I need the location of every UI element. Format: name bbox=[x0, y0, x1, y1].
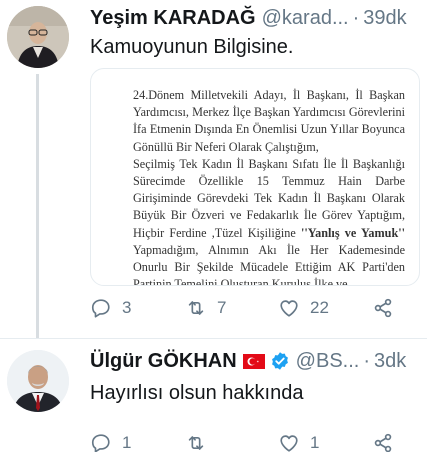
tweet-header: Yeşim KARADAĞ @karad... · 39dk bbox=[90, 4, 421, 32]
reply-button[interactable]: 1 bbox=[90, 432, 131, 452]
tweet-actions: 1 1 bbox=[90, 431, 419, 452]
reply-icon bbox=[91, 434, 110, 452]
turkey-flag-icon bbox=[242, 353, 265, 369]
tweet-header: Ülgür GÖKHAN @BS... · 3dk bbox=[90, 347, 421, 375]
thread-line bbox=[36, 74, 39, 338]
retweet-icon bbox=[188, 436, 204, 450]
quoted-phrase: ''Yanlış ve Yamuk'' bbox=[300, 225, 405, 240]
document-paragraph: Seçilmiş Tek Kadın İl Başkanı Sıfatı İle… bbox=[133, 156, 405, 286]
heart-icon bbox=[280, 435, 298, 452]
retweet-button[interactable]: 7 bbox=[185, 297, 226, 319]
share-button[interactable] bbox=[372, 297, 394, 319]
display-name[interactable]: Ülgür GÖKHAN bbox=[90, 350, 237, 373]
user-handle[interactable]: @BS... bbox=[296, 350, 360, 373]
separator-dot: · bbox=[363, 349, 370, 372]
tweet-text: Hayırlısı olsun hakkında bbox=[90, 382, 304, 404]
share-button[interactable] bbox=[372, 432, 394, 452]
separator-dot: · bbox=[352, 6, 360, 29]
like-count: 1 bbox=[310, 433, 320, 452]
verified-badge-icon bbox=[270, 351, 290, 371]
retweet-count: 7 bbox=[217, 298, 227, 317]
share-icon bbox=[374, 298, 392, 318]
attached-image[interactable]: 24.Dönem Milletvekili Adayı, İl Başkanı,… bbox=[90, 68, 420, 286]
tweet[interactable]: Ülgür GÖKHAN @BS... · 3dk Hayırlısı olsu… bbox=[0, 339, 427, 452]
timestamp[interactable]: 3dk bbox=[374, 350, 406, 373]
avatar[interactable] bbox=[7, 350, 69, 412]
tweet-actions: 3 7 22 bbox=[90, 296, 419, 320]
like-button[interactable]: 22 bbox=[278, 297, 329, 319]
avatar[interactable] bbox=[7, 6, 69, 68]
retweet-icon bbox=[188, 301, 204, 315]
timestamp[interactable]: 39dk bbox=[363, 7, 406, 30]
reply-count: 1 bbox=[122, 433, 132, 452]
reply-button[interactable]: 3 bbox=[90, 297, 131, 319]
reply-count: 3 bbox=[122, 298, 132, 317]
reply-icon bbox=[91, 299, 110, 318]
tweet[interactable]: Yeşim KARADAĞ @karad... · 39dk Kamuoyunu… bbox=[0, 0, 427, 338]
document-text: 24.Dönem Milletvekili Adayı, İl Başkanı,… bbox=[133, 87, 405, 286]
heart-icon bbox=[280, 300, 298, 317]
user-handle[interactable]: @karad... bbox=[262, 7, 349, 30]
like-button[interactable]: 1 bbox=[278, 432, 319, 452]
document-paragraph: 24.Dönem Milletvekili Adayı, İl Başkanı,… bbox=[133, 88, 405, 154]
like-count: 22 bbox=[310, 298, 329, 317]
share-icon bbox=[374, 433, 392, 452]
display-name[interactable]: Yeşim KARADAĞ bbox=[90, 7, 256, 30]
retweet-button[interactable] bbox=[185, 432, 217, 452]
tweet-text: Kamuoyunun Bilgisine. bbox=[90, 36, 294, 58]
